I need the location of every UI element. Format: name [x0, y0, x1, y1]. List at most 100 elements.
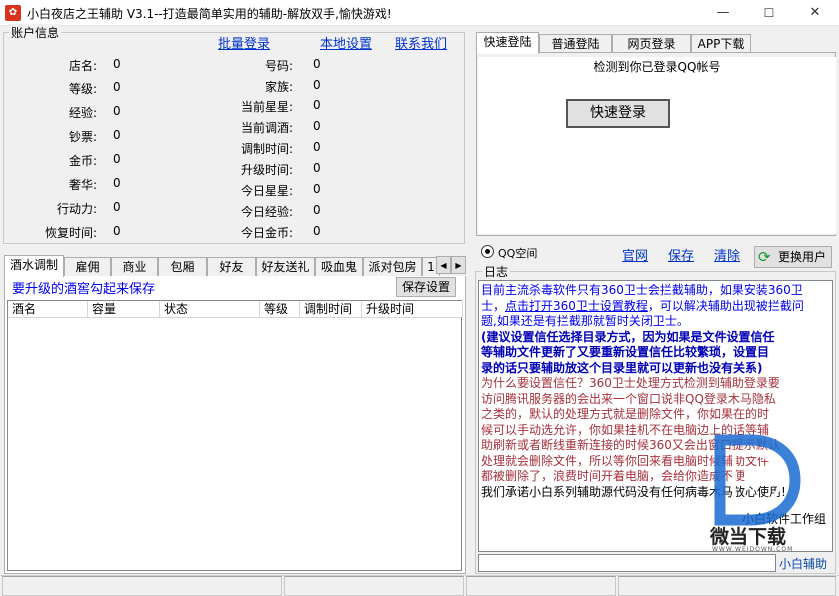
- field-value: 0: [113, 128, 121, 142]
- save-settings-button[interactable]: 保存设置: [396, 277, 456, 297]
- official-site-link[interactable]: 官网: [622, 245, 648, 264]
- field-value: 0: [313, 161, 321, 175]
- brew-hint: 要升级的酒窖勾起来保存: [12, 282, 156, 297]
- login-tab[interactable]: 普通登陆: [539, 34, 612, 54]
- field-value: 0: [113, 200, 121, 214]
- status-cell: [618, 576, 836, 596]
- log-line: (建议设置信任选择目录方式，因为如果是文件设置信任: [481, 329, 775, 344]
- field-value: 0: [313, 119, 321, 133]
- function-tabs: 酒水调制 雇佣 商业 包厢 好友 好友送礼 吸血鬼 派对包房 1: [4, 255, 467, 277]
- field-label: 行动力:: [56, 202, 97, 216]
- column-header[interactable]: 状态: [160, 301, 260, 317]
- maximize-button[interactable]: ☐: [746, 0, 792, 26]
- log-line: 士，点击打开360卫士设置教程，可以解决辅助出现被拦截问: [481, 298, 804, 313]
- field-label: 家族:: [264, 80, 293, 94]
- field-label: 店名:: [68, 59, 97, 73]
- brew-table[interactable]: 酒名 容量 状态 等级 调制时间 升级时间: [7, 300, 463, 571]
- log-line: 等辅助文件更新了又要重新设置信任比较繁琐，设置目: [481, 345, 770, 359]
- field-value: 0: [313, 98, 321, 112]
- app-icon: ✿: [5, 5, 21, 21]
- func-tab[interactable]: 包厢: [158, 257, 207, 277]
- login-tab[interactable]: 网页登录: [612, 34, 691, 54]
- login-tab[interactable]: 快速登陆: [476, 32, 539, 54]
- field-value: 0: [313, 57, 321, 71]
- func-tab[interactable]: 好友送礼: [256, 257, 315, 277]
- watermark-brand: 微当下载: [710, 526, 787, 548]
- field-value: 0: [113, 80, 121, 94]
- func-tab[interactable]: 酒水调制: [4, 255, 64, 277]
- log-line: 录的话只要辅助放这个目录里就可以更新也没有关系): [481, 360, 763, 375]
- trust-tutorial-link[interactable]: 点击打开360卫士设置教程: [505, 299, 648, 313]
- field-label: 经验:: [68, 106, 97, 120]
- field-value: 0: [313, 140, 321, 154]
- field-value: 0: [113, 176, 121, 190]
- field-label: 等级:: [68, 82, 97, 96]
- field-value: 0: [113, 224, 121, 238]
- switch-user-label: 更换用户: [777, 250, 826, 264]
- log-line: 目前主流杀毒软件只有360卫士会拦截辅助，如果安装360卫: [481, 283, 803, 297]
- account-info-legend: 账户信息: [9, 24, 62, 41]
- field-value: 0: [313, 182, 321, 196]
- minimize-button[interactable]: —: [700, 0, 746, 26]
- field-value: 0: [113, 57, 121, 71]
- login-tabs: 快速登陆 普通登陆 网页登录 APP下载: [476, 32, 836, 54]
- func-tab[interactable]: 商业: [111, 257, 158, 277]
- field-label: 调制时间:: [240, 142, 293, 156]
- field-value: 0: [313, 224, 321, 238]
- field-value: 0: [113, 152, 121, 166]
- field-label: 今日经验:: [240, 205, 293, 219]
- column-header[interactable]: 容量: [88, 301, 160, 317]
- field-label: 升级时间:: [240, 163, 293, 177]
- column-header[interactable]: 等级: [260, 301, 300, 317]
- local-settings-link[interactable]: 本地设置: [320, 33, 372, 52]
- logged-in-message: 检测到你已登录QQ帐号: [593, 60, 721, 74]
- column-header[interactable]: 升级时间: [362, 301, 463, 317]
- tab-scroll-right-button[interactable]: ▶: [451, 256, 466, 274]
- switch-user-button[interactable]: ⟳ 更换用户: [754, 246, 832, 268]
- field-label: 金币:: [68, 154, 97, 168]
- clear-link[interactable]: 清除: [714, 245, 740, 264]
- login-tab[interactable]: APP下载: [691, 34, 751, 54]
- refresh-icon: ⟳: [758, 248, 771, 266]
- weidown-logo: 微当下载 WWW.WEIDOWN.COM: [700, 432, 802, 553]
- qzone-radio-label: QQ空间: [498, 247, 538, 260]
- status-cell: [284, 576, 464, 596]
- log-line: 之类的，默认的处理方式就是删除文件，你如果在的时: [481, 407, 770, 421]
- field-label: 当前调酒:: [240, 121, 293, 135]
- func-tab[interactable]: 吸血鬼: [315, 257, 363, 277]
- func-tab[interactable]: 好友: [207, 257, 256, 277]
- column-header[interactable]: 酒名: [8, 301, 88, 317]
- login-content: 检测到你已登录QQ帐号 快速登录: [478, 57, 836, 234]
- status-cell: [2, 576, 282, 596]
- save-link[interactable]: 保存: [668, 245, 694, 264]
- log-line: 为什么要设置信任？360卫士处理方式检测到辅助登录要: [481, 376, 780, 390]
- contact-us-link[interactable]: 联系我们: [395, 33, 447, 52]
- close-button[interactable]: ✕: [792, 0, 838, 26]
- field-value: 0: [113, 104, 121, 118]
- log-line: 访问腾讯服务器的会出来一个窗口说非QQ登录木马隐私: [481, 391, 776, 406]
- column-header[interactable]: 调制时间: [300, 301, 362, 317]
- title-bar: ✿ 小白夜店之王辅助 V3.1--打造最简单实用的辅助-解放双手,愉快游戏! —…: [0, 0, 839, 26]
- log-legend: 日志: [482, 263, 511, 280]
- field-label: 今日星星:: [240, 184, 293, 198]
- field-value: 0: [313, 203, 321, 217]
- footer-label: 小白辅助: [779, 557, 828, 571]
- batch-login-link[interactable]: 批量登录: [218, 33, 270, 52]
- command-input[interactable]: [478, 554, 776, 572]
- watermark-url: WWW.WEIDOWN.COM: [712, 546, 794, 553]
- tab-scroll-left-button[interactable]: ◀: [436, 256, 451, 274]
- quick-login-button[interactable]: 快速登录: [566, 99, 670, 128]
- qzone-radio[interactable]: [481, 245, 494, 258]
- field-value: 0: [313, 78, 321, 92]
- field-label: 号码:: [264, 59, 293, 73]
- log-line: 题,如果还是有拦截那就暂时关闭卫士。: [481, 314, 689, 328]
- window-title: 小白夜店之王辅助 V3.1--打造最简单实用的辅助-解放双手,愉快游戏!: [27, 7, 392, 21]
- field-label: 恢复时间:: [44, 226, 97, 240]
- field-label: 今日金币:: [240, 226, 293, 240]
- status-cell: [466, 576, 616, 596]
- func-tab[interactable]: 雇佣: [64, 257, 111, 277]
- func-tab[interactable]: 派对包房: [363, 257, 422, 277]
- field-label: 当前星星:: [240, 100, 293, 114]
- field-label: 钞票:: [68, 130, 97, 144]
- field-label: 奢华:: [68, 178, 97, 192]
